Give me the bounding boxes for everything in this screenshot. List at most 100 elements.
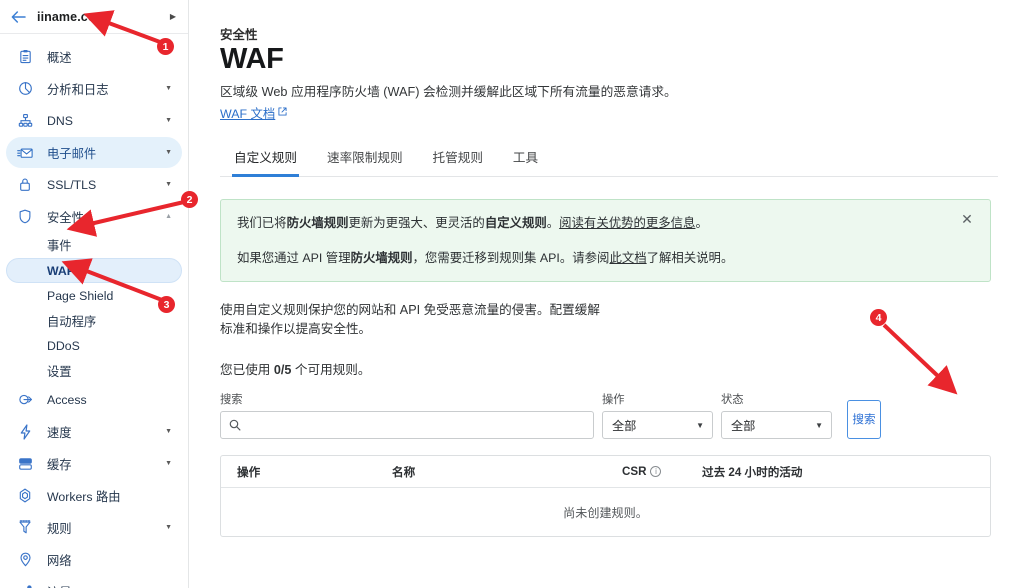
banner-text: ，您需要迁移到规则集 API。请参阅 <box>413 251 610 265</box>
external-link-icon <box>278 107 287 118</box>
chevron-down-icon: ▼ <box>696 421 704 430</box>
column-header-csr-label: CSR <box>622 465 646 478</box>
banner-benefits-link[interactable]: 阅读有关优势的更多信息 <box>559 216 695 230</box>
envelope-icon <box>16 144 34 162</box>
chevron-down-icon[interactable]: ▼ <box>165 460 174 467</box>
sidebar-item-traffic[interactable]: 流量 ▼ <box>6 576 182 588</box>
sidebar-item-label: 流量 <box>47 583 165 588</box>
domain-name[interactable]: iiname.com <box>37 10 170 24</box>
chevron-down-icon[interactable]: ▼ <box>165 181 174 188</box>
share-nodes-icon <box>16 583 34 588</box>
chevron-down-icon[interactable]: ▼ <box>165 524 174 531</box>
action-label: 操作 <box>602 391 713 407</box>
migration-banner: 我们已将防火墙规则更新为更强大、更灵活的自定义规则。阅读有关优势的更多信息。 如… <box>220 199 991 282</box>
sidebar-subitem-bots[interactable]: 自动程序 <box>6 309 182 333</box>
lightning-icon <box>16 423 34 441</box>
sidebar-subitem-page-shield[interactable]: Page Shield <box>6 284 182 308</box>
sidebar-item-network[interactable]: 网络 <box>6 544 182 575</box>
status-select-value: 全部 <box>731 416 755 434</box>
column-header-name: 名称 <box>392 464 622 480</box>
action-filter-group: 操作 全部 ▼ <box>602 391 713 439</box>
sidebar-item-cache[interactable]: 缓存 ▼ <box>6 448 182 479</box>
sidebar: iiname.com ▶ 概述 <box>0 0 189 588</box>
page-title: WAF <box>220 44 998 74</box>
sidebar-item-analytics[interactable]: 分析和日志 ▼ <box>6 73 182 104</box>
info-icon[interactable]: i <box>650 466 661 477</box>
tab-bar: 自定义规则 速率限制规则 托管规则 工具 <box>220 144 998 177</box>
sidebar-subitem-waf[interactable]: WAF <box>6 258 182 283</box>
breadcrumb: 安全性 <box>220 24 998 43</box>
sidebar-item-label: 缓存 <box>47 455 165 473</box>
search-input[interactable] <box>247 417 585 433</box>
sidebar-item-access[interactable]: Access <box>6 384 182 415</box>
sidebar-item-overview[interactable]: 概述 <box>6 41 182 72</box>
rules-quota: 您已使用 0/5 个可用规则。 <box>220 359 998 378</box>
sidebar-item-speed[interactable]: 速度 ▼ <box>6 416 182 447</box>
chevron-right-icon[interactable]: ▶ <box>170 12 178 21</box>
table-header-row: 操作 名称 CSR i 过去 24 小时的活动 <box>221 456 990 488</box>
chevron-up-icon[interactable]: ▲ <box>165 213 174 220</box>
chevron-down-icon[interactable]: ▼ <box>165 85 174 92</box>
banner-text: 。 <box>547 216 559 230</box>
banner-text: 。 <box>695 216 707 230</box>
banner-line-1: 我们已将防火墙规则更新为更强大、更灵活的自定义规则。阅读有关优势的更多信息。 <box>237 214 974 233</box>
search-box[interactable] <box>220 411 594 439</box>
banner-line-2: 如果您通过 API 管理防火墙规则，您需要迁移到规则集 API。请参阅此文档了解… <box>237 249 974 268</box>
main-content: 安全性 WAF 区域级 Web 应用程序防火墙 (WAF) 会检测并缓解此区域下… <box>189 0 1024 588</box>
search-button[interactable]: 搜索 <box>847 400 881 439</box>
status-select[interactable]: 全部 ▼ <box>721 411 832 439</box>
shield-icon <box>16 208 34 226</box>
column-header-activity: 过去 24 小时的活动 <box>702 464 990 480</box>
sidebar-item-dns[interactable]: DNS ▼ <box>6 105 182 136</box>
chevron-down-icon: ▼ <box>815 421 823 430</box>
lock-icon <box>16 176 34 194</box>
sidebar-item-security[interactable]: 安全性 ▲ <box>6 201 182 232</box>
quota-suffix: 个可用规则。 <box>291 363 370 377</box>
chevron-down-icon[interactable]: ▼ <box>165 428 174 435</box>
filter-bar: 搜索 操作 全部 ▼ <box>220 391 998 439</box>
sidebar-item-label: 电子邮件 <box>47 144 165 162</box>
column-header-csr: CSR i <box>622 465 702 478</box>
chevron-down-icon[interactable]: ▼ <box>165 117 174 124</box>
sidebar-subitem-events[interactable]: 事件 <box>6 233 182 257</box>
banner-text: 更新为更强大、更灵活的 <box>349 216 485 230</box>
sitemap-icon <box>16 112 34 130</box>
tab-managed-rules[interactable]: 托管规则 <box>431 144 485 177</box>
quota-prefix: 您已使用 <box>220 363 274 377</box>
tab-tools[interactable]: 工具 <box>511 144 540 177</box>
sidebar-subitem-ddos[interactable]: DDoS <box>6 334 182 358</box>
sidebar-item-email[interactable]: 电子邮件 ▼ <box>6 137 182 168</box>
quota-value: 0/5 <box>274 363 292 377</box>
sidebar-subitem-settings[interactable]: 设置 <box>6 359 182 383</box>
banner-text: 了解相关说明。 <box>647 251 734 265</box>
tab-custom-rules[interactable]: 自定义规则 <box>232 144 299 177</box>
close-icon[interactable]: ✕ <box>960 212 974 226</box>
sidebar-item-label: 分析和日志 <box>47 80 165 98</box>
status-label: 状态 <box>721 391 832 407</box>
body-text: 使用自定义规则保护您的网站和 API 免受恶意流量的侵害。配置缓解标准和操作以提… <box>220 301 600 339</box>
search-group: 搜索 <box>220 391 594 439</box>
sidebar-header: iiname.com ▶ <box>0 0 188 34</box>
banner-doc-link[interactable]: 此文档 <box>609 251 646 265</box>
table-empty-state: 尚未创建规则。 <box>221 488 990 536</box>
sidebar-nav: 概述 分析和日志 ▼ <box>0 34 188 588</box>
chevron-down-icon[interactable]: ▼ <box>165 149 174 156</box>
banner-bold: 自定义规则 <box>485 216 547 230</box>
clipboard-icon <box>16 48 34 66</box>
sidebar-item-label: SSL/TLS <box>47 178 165 192</box>
sidebar-item-rules[interactable]: 规则 ▼ <box>6 512 182 543</box>
sidebar-item-label: Access <box>47 393 174 407</box>
tab-rate-limiting-rules[interactable]: 速率限制规则 <box>325 144 405 177</box>
waf-doc-link[interactable]: WAF 文档 <box>220 104 287 122</box>
sidebar-item-ssl-tls[interactable]: SSL/TLS ▼ <box>6 169 182 200</box>
sidebar-item-workers-routes[interactable]: Workers 路由 <box>6 480 182 511</box>
banner-bold: 防火墙规则 <box>351 251 413 265</box>
funnel-icon <box>16 519 34 537</box>
page-description: 区域级 Web 应用程序防火墙 (WAF) 会检测并缓解此区域下所有流量的恶意请… <box>220 83 998 101</box>
sidebar-item-label: Workers 路由 <box>47 487 174 505</box>
action-select[interactable]: 全部 ▼ <box>602 411 713 439</box>
sidebar-item-label: 规则 <box>47 519 165 537</box>
sidebar-item-label: 速度 <box>47 423 165 441</box>
rules-table: 操作 名称 CSR i 过去 24 小时的活动 尚未创建规则。 <box>220 455 991 537</box>
back-arrow-icon[interactable] <box>8 7 28 27</box>
